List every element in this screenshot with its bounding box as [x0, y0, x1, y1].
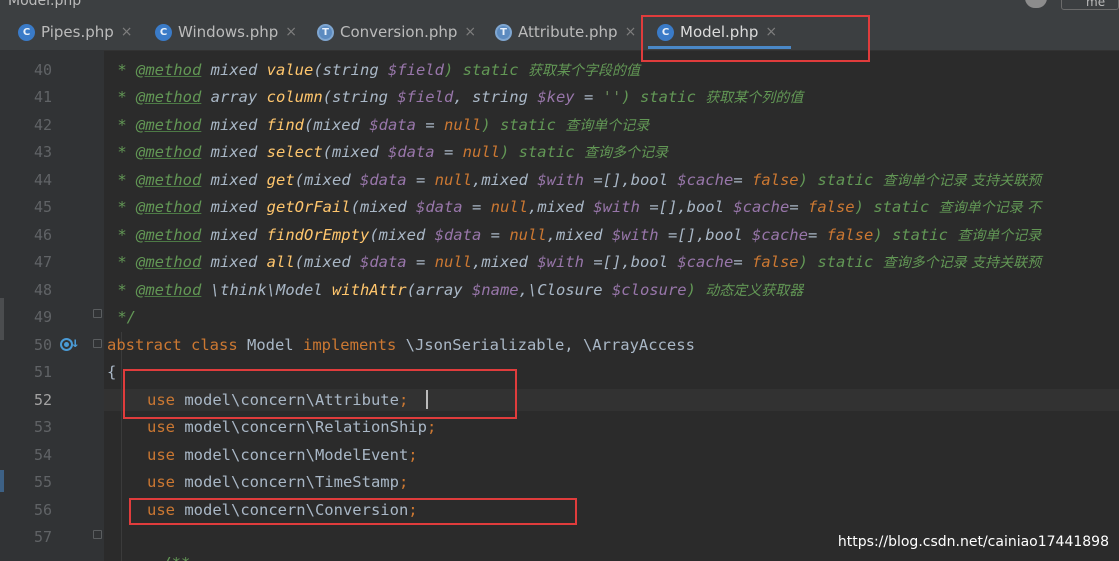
- code-line-45: * @method mixed getOrFail(mixed $data = …: [108, 198, 1042, 216]
- line-number: 55: [33, 473, 52, 491]
- editor-tab-bar: C Pipes.php × C Windows.php × T Conversi…: [0, 14, 1119, 51]
- code-line-41: * @method array column(string $field, st…: [108, 88, 804, 106]
- close-icon[interactable]: ×: [464, 24, 476, 40]
- tab-attribute-php[interactable]: T Attribute.php ×: [495, 14, 636, 50]
- line-number: 44: [33, 171, 52, 189]
- fold-marker-icon[interactable]: [93, 339, 102, 348]
- line-number: 54: [33, 446, 52, 464]
- line-number: 48: [33, 281, 52, 299]
- tab-windows-php[interactable]: C Windows.php ×: [155, 14, 297, 50]
- fold-marker-icon[interactable]: [93, 309, 102, 318]
- code-editor[interactable]: * @method mixed value(string $field) sta…: [104, 50, 1119, 561]
- line-number: 43: [33, 143, 52, 161]
- line-number-gutter[interactable]: 40 41 42 43 44 45 46 47 48 49 50 51 52 5…: [0, 50, 104, 561]
- line-number: 57: [33, 528, 52, 546]
- code-line-40: * @method mixed value(string $field) sta…: [108, 61, 640, 79]
- tab-label: Windows.php: [178, 23, 279, 41]
- php-trait-icon: T: [495, 23, 512, 41]
- title-bar-right: me: [1025, 0, 1119, 14]
- code-line-47: * @method mixed all(mixed $data = null,m…: [108, 253, 1042, 271]
- annotation-box-conversion-use: [129, 498, 577, 525]
- code-line-49: */: [108, 308, 136, 326]
- user-icon[interactable]: [1025, 0, 1047, 8]
- php-class-icon: C: [18, 23, 35, 41]
- close-icon[interactable]: ×: [285, 24, 297, 40]
- line-number: 47: [33, 253, 52, 271]
- line-number: 41: [33, 88, 52, 106]
- line-number: 42: [33, 116, 52, 134]
- code-line-51: {: [107, 363, 117, 381]
- code-line-50: abstract class Model implements \JsonSer…: [107, 336, 695, 354]
- close-icon[interactable]: ×: [121, 24, 133, 40]
- line-number: 50: [33, 336, 52, 354]
- close-icon[interactable]: ×: [625, 24, 637, 40]
- code-line-55: use model\concern\TimeStamp;: [147, 473, 409, 491]
- code-line-58: /**: [125, 554, 190, 561]
- line-number: 40: [33, 61, 52, 79]
- php-trait-icon: T: [317, 23, 334, 41]
- code-line-54: use model\concern\ModelEvent;: [147, 446, 418, 464]
- tab-label: Attribute.php: [518, 23, 618, 41]
- tab-pipes-php[interactable]: C Pipes.php ×: [18, 14, 133, 50]
- annotation-box-active-tab: [641, 15, 870, 62]
- fold-marker-icon[interactable]: [93, 530, 102, 539]
- implements-override-icon[interactable]: ↓: [60, 335, 79, 353]
- code-line-44: * @method mixed get(mixed $data = null,m…: [108, 171, 1042, 189]
- code-line-42: * @method mixed find(mixed $data = null)…: [108, 116, 650, 134]
- watermark-url: https://blog.csdn.net/cainiao17441898: [837, 534, 1109, 550]
- code-line-48: * @method \think\Model withAttr(array $n…: [108, 281, 804, 299]
- indent-guide: [121, 332, 122, 561]
- line-number: 51: [33, 363, 52, 381]
- line-number-current: 52: [33, 391, 52, 409]
- window-title-bar: Model.php me: [0, 0, 1119, 14]
- window-title: Model.php: [8, 0, 82, 9]
- code-line-43: * @method mixed select(mixed $data = nul…: [108, 143, 668, 161]
- code-line-53: use model\concern\RelationShip;: [147, 418, 437, 436]
- line-number: 49: [33, 308, 52, 326]
- line-number: 53: [33, 418, 52, 436]
- run-config-selector[interactable]: me: [1061, 0, 1119, 10]
- tab-conversion-php[interactable]: T Conversion.php ×: [317, 14, 476, 50]
- tab-label: Conversion.php: [340, 23, 458, 41]
- code-line-46: * @method mixed findOrEmpty(mixed $data …: [108, 226, 1042, 244]
- tab-label: Pipes.php: [41, 23, 114, 41]
- line-number: 56: [33, 501, 52, 519]
- line-number: 46: [33, 226, 52, 244]
- annotation-box-attribute-use: [123, 369, 517, 419]
- line-number: 45: [33, 198, 52, 216]
- php-class-icon: C: [155, 23, 172, 41]
